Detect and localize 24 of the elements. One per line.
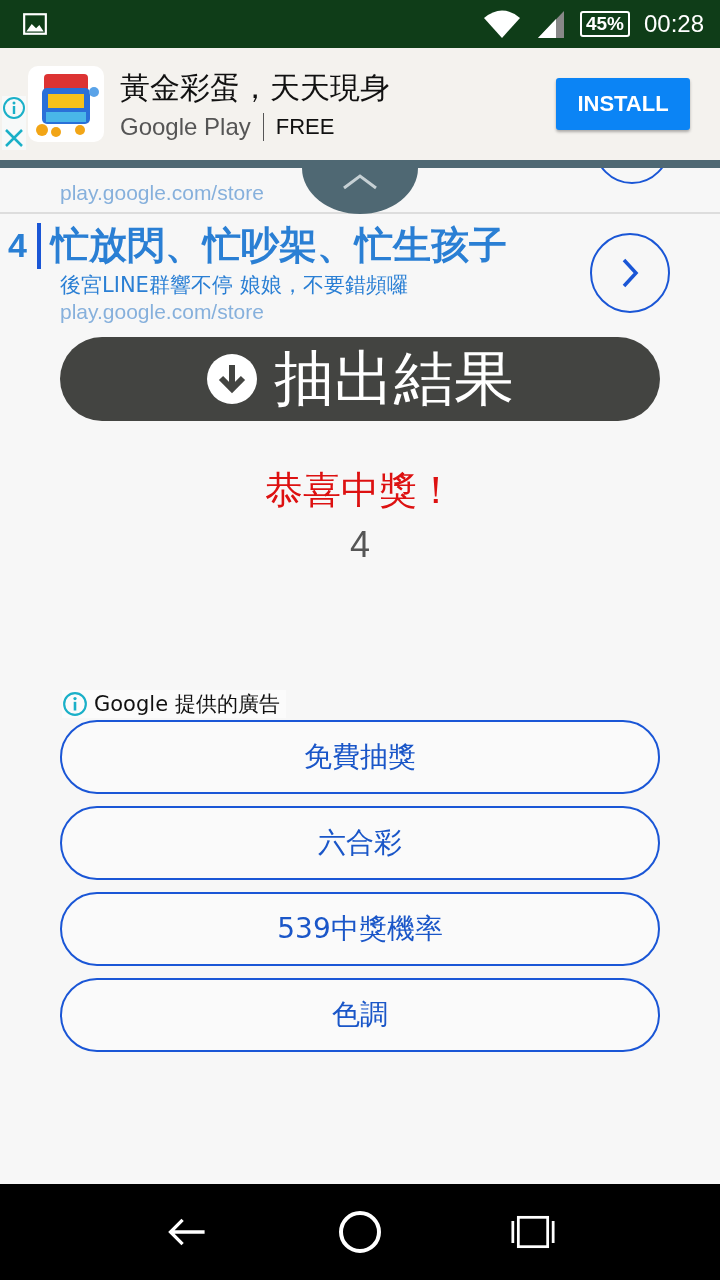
link-button[interactable]: 色調 (60, 978, 660, 1052)
ad-number: 4 (8, 226, 27, 265)
install-button[interactable]: INSTALL (556, 78, 690, 130)
link-button[interactable]: 539中獎機率 (60, 892, 660, 966)
collapse-tab[interactable] (302, 168, 418, 214)
link-button[interactable]: 免費抽獎 (60, 720, 660, 794)
app-icon (28, 66, 104, 142)
ad-title: 黃金彩蛋，天天現身 (120, 68, 391, 107)
ad-label: Google 提供的廣告 (94, 691, 280, 718)
wifi-icon (481, 9, 522, 39)
result-message: 恭喜中獎！ (265, 467, 455, 514)
ad-headline[interactable]: 忙放閃、忙吵架、忙生孩子 (50, 220, 507, 271)
signal-icon (535, 9, 566, 39)
ad-description: 後宮LINE群響不停 娘娘，不要錯頻囉 (60, 272, 409, 299)
download-icon (206, 353, 258, 405)
home-icon[interactable] (338, 1210, 382, 1254)
draw-button[interactable]: 抽出結果 (60, 337, 660, 421)
price-label: FREE (275, 113, 335, 140)
link-button[interactable]: 六合彩 (60, 806, 660, 880)
battery-indicator: 45% (579, 11, 630, 37)
result-number: 4 (350, 524, 370, 566)
store-name: Google Play (120, 112, 251, 141)
image-icon (22, 11, 48, 37)
clock: 00:28 (643, 10, 704, 38)
